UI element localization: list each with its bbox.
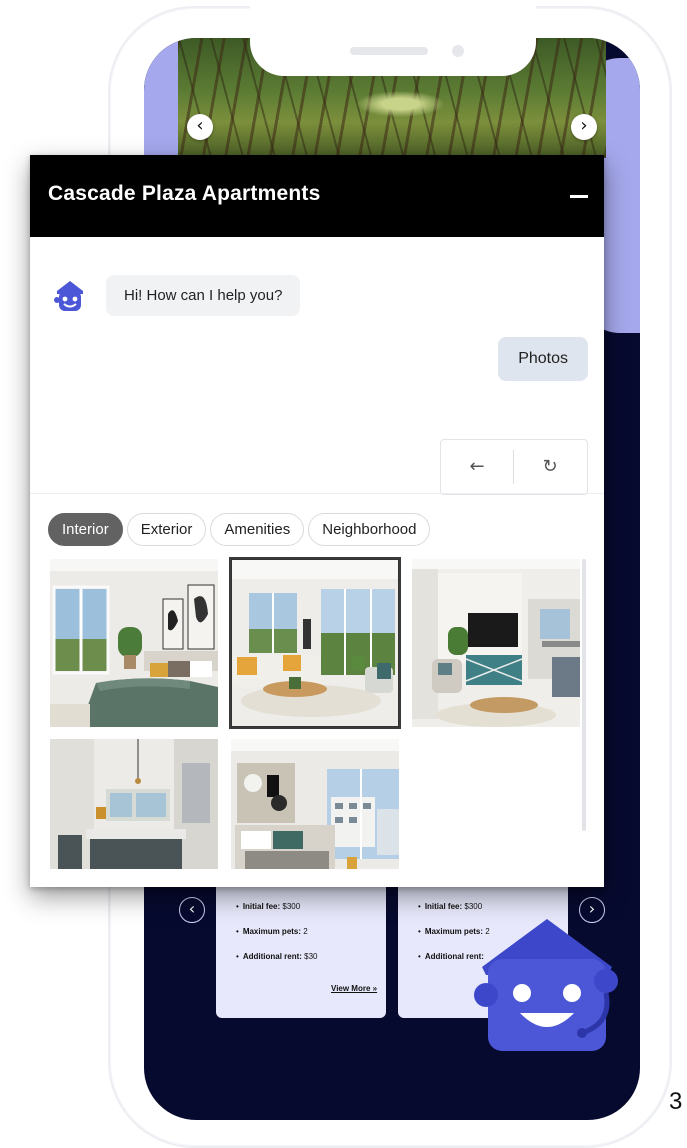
tab-neighborhood[interactable]: Neighborhood (308, 513, 431, 546)
card-item: Initial fee: $300 (418, 902, 568, 911)
tab-interior[interactable]: Interior (48, 513, 123, 546)
hero-prev-button[interactable]: ‹ (187, 114, 213, 140)
phone-camera (452, 45, 464, 57)
bot-avatar-icon (54, 281, 83, 311)
view-more-link[interactable]: View More » (331, 984, 377, 993)
photo-bedroom[interactable] (50, 559, 218, 727)
chat-widget: Cascade Plaza Apartments Hi! How can I h… (30, 155, 604, 887)
divider (30, 493, 604, 494)
photo-bedroom-window[interactable] (231, 739, 399, 869)
cards-prev-button[interactable]: ‹ (179, 897, 205, 923)
page-number: 3 (669, 1088, 683, 1115)
tab-amenities[interactable]: Amenities (210, 513, 305, 546)
card-item: Maximum pets: 2 (236, 927, 386, 936)
refresh-icon[interactable]: ↻ (514, 440, 586, 494)
photo-living-room-tv[interactable] (412, 559, 580, 727)
photo-category-tabs: Interior Exterior Amenities Neighborhood (48, 513, 431, 546)
photo-kitchen[interactable] (50, 739, 218, 869)
photo-living-room[interactable] (229, 557, 401, 729)
photo-grid-scrollbar[interactable] (582, 559, 586, 831)
pet-policy-card: Initial fee: $300 Maximum pets: 2 Additi… (216, 872, 386, 1018)
chat-header: Cascade Plaza Apartments (30, 155, 604, 237)
hero-next-button[interactable]: › (571, 114, 597, 140)
bot-message: Hi! How can I help you? (106, 275, 301, 316)
chat-actions: ← ↻ (440, 439, 588, 495)
minimize-icon[interactable] (570, 195, 588, 198)
card-item: Additional rent: $30 (236, 952, 386, 961)
phone-notch (250, 0, 536, 76)
card-item: Initial fee: $300 (236, 902, 386, 911)
back-arrow-icon[interactable]: ← (441, 440, 513, 494)
tab-exterior[interactable]: Exterior (126, 513, 207, 546)
phone-speaker (350, 47, 428, 55)
chat-title: Cascade Plaza Apartments (48, 182, 321, 205)
house-bot-mascot-icon (474, 919, 618, 1051)
user-message: Photos (498, 337, 588, 381)
